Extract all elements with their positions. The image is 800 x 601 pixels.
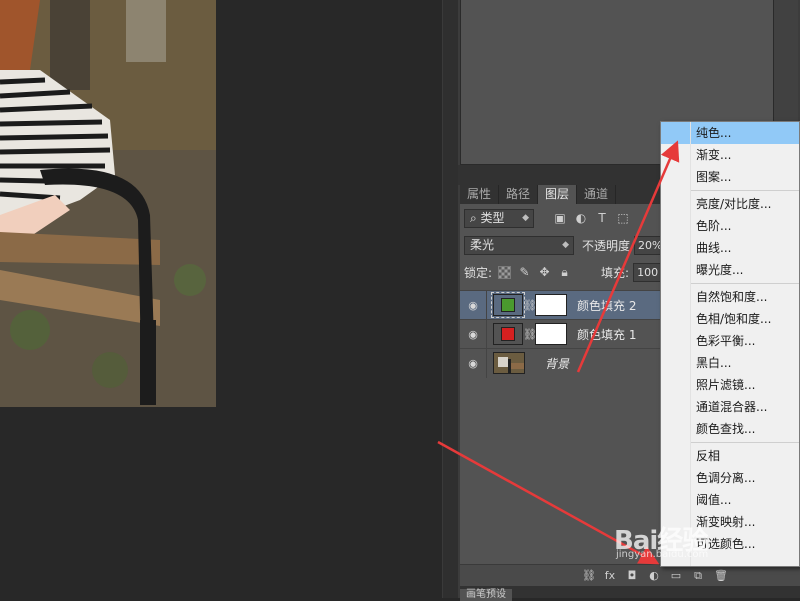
separator: [486, 348, 487, 378]
menu-separator: [691, 283, 799, 284]
layer-name[interactable]: 颜色填充 2: [577, 297, 636, 314]
layer-row[interactable]: ◉ ⛓ 颜色填充 2: [460, 290, 660, 320]
eye-icon[interactable]: ◉: [460, 299, 486, 312]
select-arrows-icon: ◆: [522, 212, 529, 223]
link-icon[interactable]: ⛓: [523, 299, 537, 312]
link-icon[interactable]: ⛓: [523, 328, 537, 341]
select-arrows-icon: ◆: [562, 239, 569, 250]
fill-input[interactable]: 100: [633, 262, 664, 282]
link-layers-icon[interactable]: ⛓: [582, 569, 596, 582]
green-swatch: [501, 298, 515, 312]
menu-item-brightness-contrast[interactable]: 亮度/对比度...: [661, 193, 799, 215]
document-canvas[interactable]: [0, 0, 442, 598]
image-filter-icon[interactable]: ▣: [554, 212, 566, 224]
menu-item-channel-mixer[interactable]: 通道混合器...: [661, 396, 799, 418]
photo-image: [0, 0, 216, 407]
menu-item-curves[interactable]: 曲线...: [661, 237, 799, 259]
panel-divider[interactable]: [442, 0, 458, 598]
lock-icons: ✎ ✥ 🔒︎: [498, 265, 571, 279]
add-mask-icon[interactable]: ◘: [626, 569, 638, 582]
eye-icon[interactable]: ◉: [460, 357, 486, 370]
menu-separator: [691, 442, 799, 443]
layer-thumbnail[interactable]: [491, 292, 525, 318]
separator: [486, 319, 487, 349]
fx-icon[interactable]: fx: [604, 569, 616, 582]
menu-item-selective-color[interactable]: 可选颜色...: [661, 533, 799, 555]
layer-name[interactable]: 颜色填充 1: [577, 326, 636, 343]
filter-icons: ▣ ◐ T ⬚: [554, 212, 629, 224]
lock-move-icon[interactable]: ✥: [538, 265, 551, 279]
layer-name[interactable]: 背景: [545, 355, 569, 372]
tab-brush-presets[interactable]: 画笔预设: [460, 589, 512, 601]
menu-item-photo-filter[interactable]: 照片滤镜...: [661, 374, 799, 396]
menu-item-gradient-map[interactable]: 渐变映射...: [661, 511, 799, 533]
filter-row: ⌕ 类型 ◆ ▣ ◐ T ⬚: [464, 207, 629, 229]
blend-mode-select[interactable]: 柔光 ◆: [464, 235, 574, 255]
layer-mask-thumbnail[interactable]: [535, 294, 567, 316]
layer-thumbnail[interactable]: [493, 323, 523, 345]
shape-filter-icon[interactable]: ⬚: [617, 212, 629, 224]
menu-item-pattern[interactable]: 图案...: [661, 166, 799, 188]
opacity-label: 不透明度: [582, 238, 631, 253]
layers-bottom-bar: ⛓ fx ◘ ◐ ▭ ⧉ 🗑︎: [460, 564, 800, 586]
blend-row: 柔光 ◆ 不透明度 20%: [464, 234, 675, 256]
red-swatch: [501, 327, 515, 341]
menu-gutter: [690, 122, 691, 566]
lock-brush-icon[interactable]: ✎: [518, 265, 531, 279]
menu-item-solid-color[interactable]: 纯色...: [661, 122, 799, 144]
menu-item-color-balance[interactable]: 色彩平衡...: [661, 330, 799, 352]
text-filter-icon[interactable]: T: [596, 212, 608, 224]
eye-icon[interactable]: ◉: [460, 328, 486, 341]
adjustment-filter-icon[interactable]: ◐: [575, 212, 587, 224]
blend-mode-value: 柔光: [470, 237, 495, 252]
trash-icon[interactable]: 🗑︎: [714, 569, 728, 582]
lock-all-icon[interactable]: 🔒︎: [558, 265, 571, 279]
filter-type-label: 类型: [480, 210, 505, 225]
lock-row: 锁定: ✎ ✥ 🔒︎ 填充: 100: [464, 262, 664, 282]
layer-row[interactable]: ◉ ⛓ 颜色填充 1: [460, 319, 660, 349]
fill-label: 填充:: [601, 265, 630, 280]
filter-type-select[interactable]: ⌕ 类型 ◆: [464, 208, 534, 228]
layer-thumbnail[interactable]: [493, 352, 525, 374]
group-icon[interactable]: ▭: [670, 569, 682, 582]
menu-item-exposure[interactable]: 曝光度...: [661, 259, 799, 281]
menu-item-levels[interactable]: 色阶...: [661, 215, 799, 237]
menu-item-posterize[interactable]: 色调分离...: [661, 467, 799, 489]
menu-item-hue-saturation[interactable]: 色相/饱和度...: [661, 308, 799, 330]
menu-item-color-lookup[interactable]: 颜色查找...: [661, 418, 799, 440]
tab-paths[interactable]: 路径: [499, 185, 539, 204]
layer-list: ◉ ⛓ 颜色填充 2 ◉ ⛓ 颜色填充 1 ◉ 背景: [460, 290, 660, 378]
layer-row[interactable]: ◉ 背景: [460, 348, 660, 378]
brush-presets-tab-bar: 画笔预设: [460, 586, 800, 601]
layer-mask-thumbnail[interactable]: [535, 323, 567, 345]
tab-layers[interactable]: 图层: [538, 185, 578, 204]
adjustment-layer-icon[interactable]: ◐: [648, 569, 660, 582]
separator: [486, 290, 487, 320]
menu-item-invert[interactable]: 反相: [661, 445, 799, 467]
adjustment-layer-menu: 纯色... 渐变... 图案... 亮度/对比度... 色阶... 曲线... …: [660, 121, 800, 567]
menu-separator: [691, 190, 799, 191]
tab-channels[interactable]: 通道: [577, 185, 617, 204]
lock-label: 锁定:: [464, 265, 493, 280]
menu-item-gradient[interactable]: 渐变...: [661, 144, 799, 166]
menu-item-vibrance[interactable]: 自然饱和度...: [661, 286, 799, 308]
new-layer-icon[interactable]: ⧉: [692, 569, 704, 582]
tab-properties[interactable]: 属性: [460, 185, 500, 204]
menu-item-threshold[interactable]: 阈值...: [661, 489, 799, 511]
search-icon: ⌕: [470, 210, 481, 225]
lock-transparent-icon[interactable]: [498, 265, 512, 279]
menu-item-black-white[interactable]: 黑白...: [661, 352, 799, 374]
